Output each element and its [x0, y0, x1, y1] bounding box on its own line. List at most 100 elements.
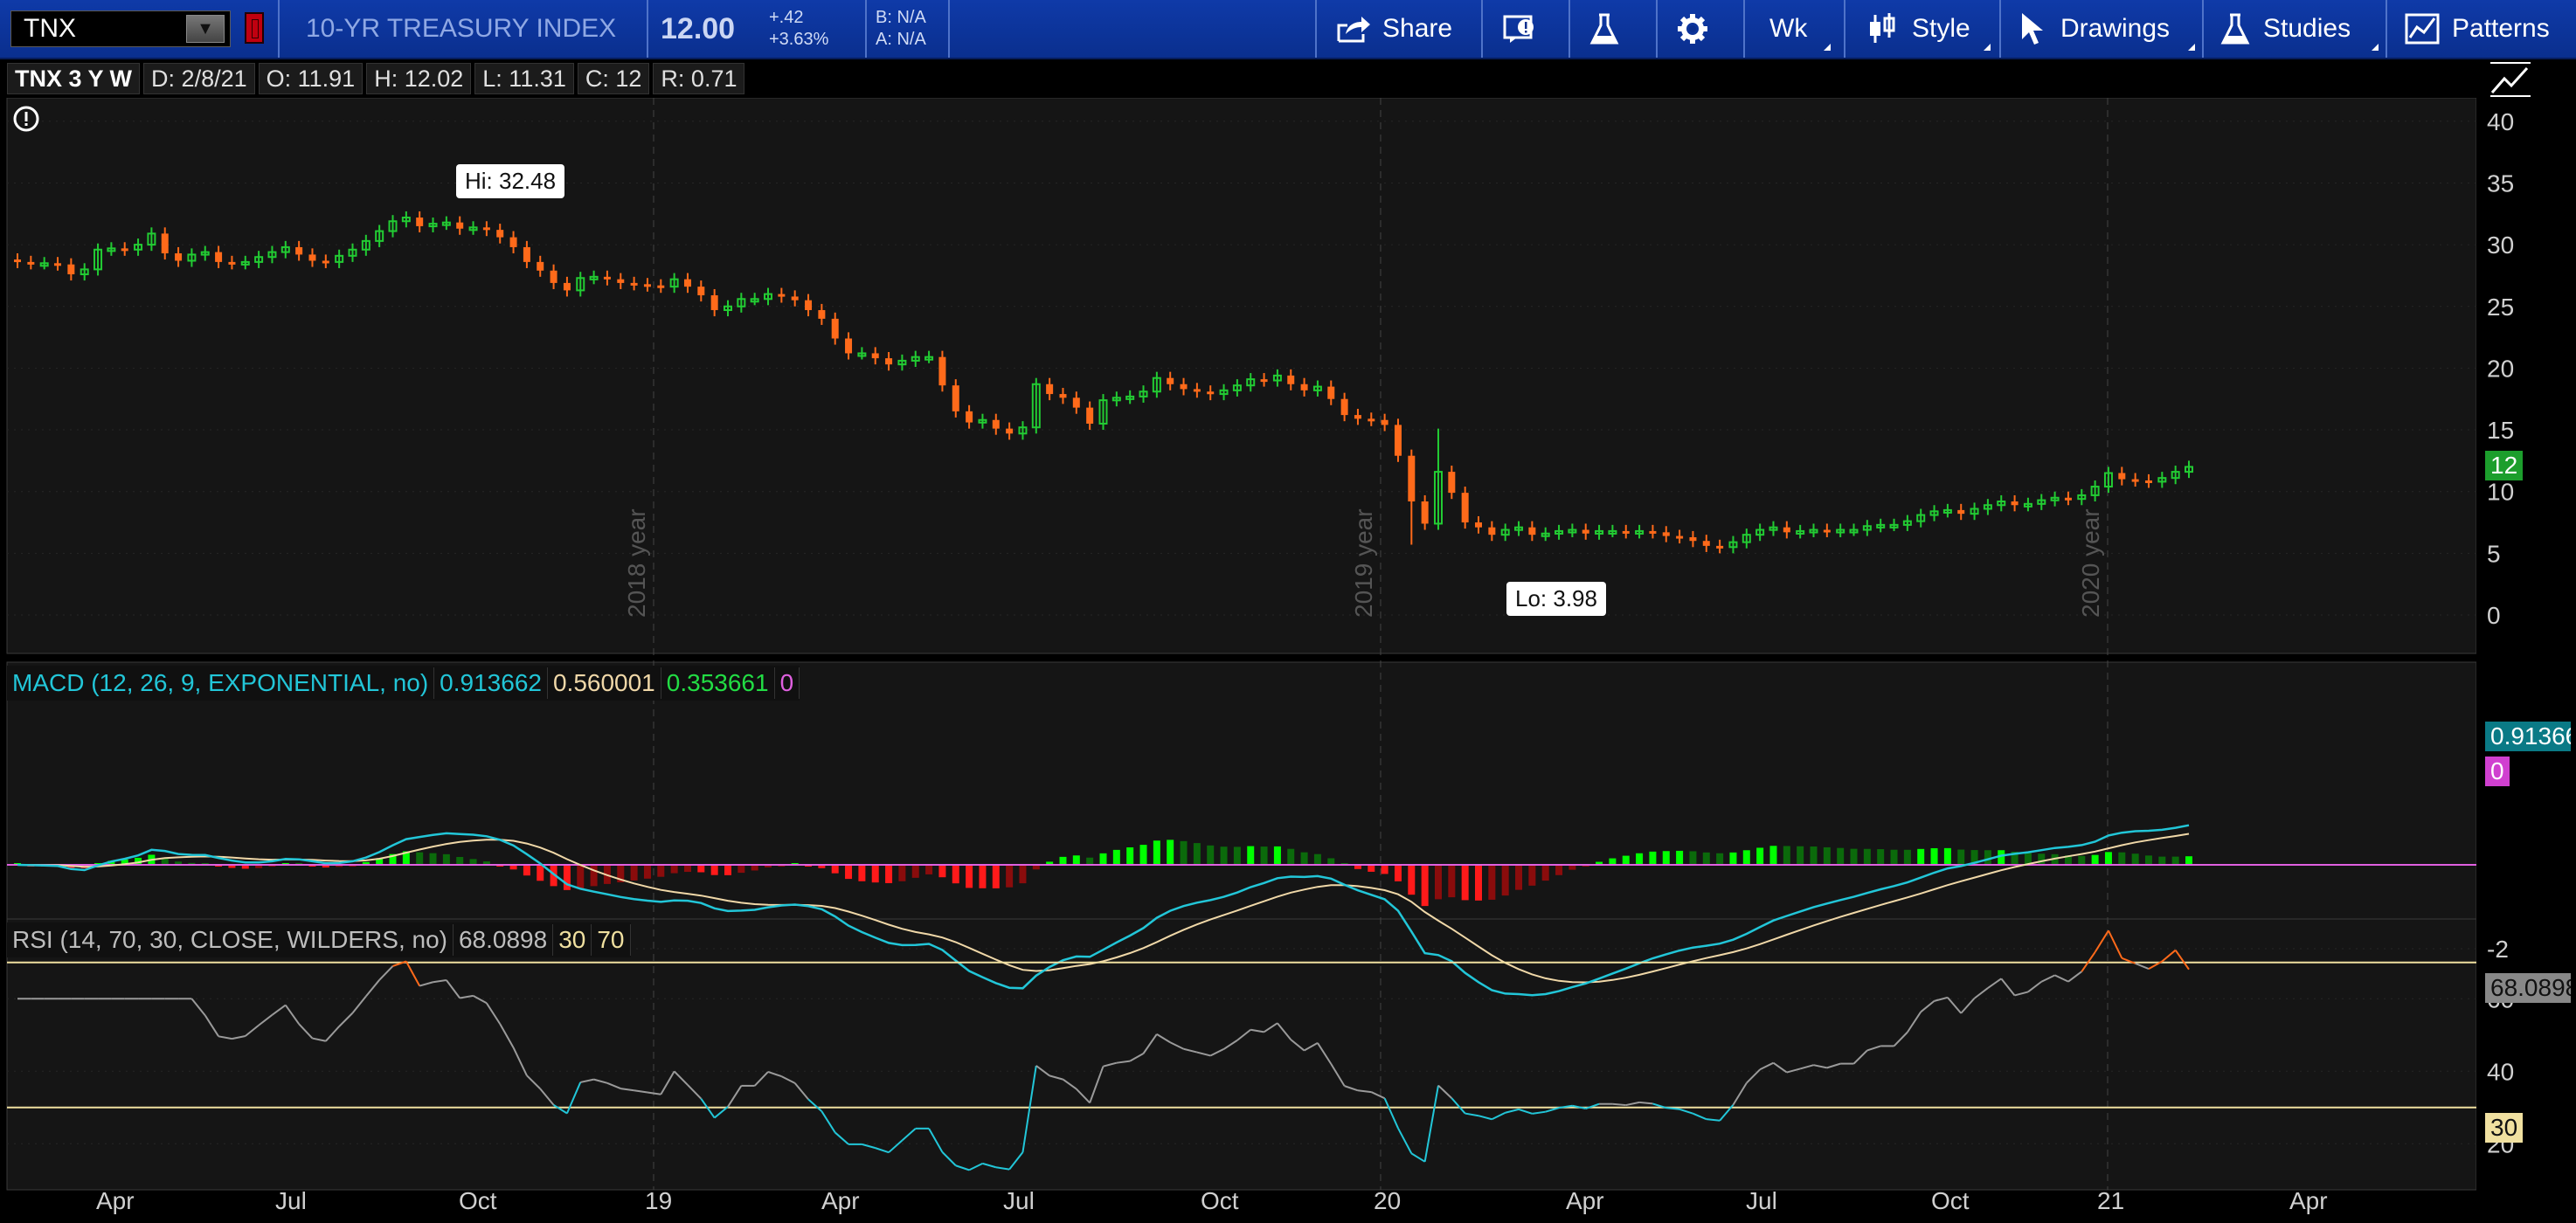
macd-histogram-bar: [1729, 852, 1737, 865]
candle-down: [67, 264, 75, 275]
candle-down: [1676, 535, 1684, 539]
macd-histogram-bar: [1313, 853, 1321, 865]
dropdown-corner-icon: [1824, 44, 1831, 51]
macd-histogram-bar: [1207, 845, 1215, 865]
candle-down: [992, 419, 1000, 429]
candle-down: [1408, 455, 1416, 502]
macd-histogram-bar: [1609, 858, 1617, 865]
candle-down: [1354, 415, 1361, 419]
candle-down: [1300, 383, 1308, 390]
macd-histogram-bar: [2104, 852, 2112, 865]
macd-histogram-bar: [1126, 846, 1134, 865]
macd-histogram-bar: [1783, 846, 1790, 865]
macd-histogram-bar: [737, 865, 745, 874]
link-icon[interactable]: [245, 12, 264, 44]
macd-value: 0.913662: [434, 667, 548, 699]
candle-down: [1702, 541, 1710, 546]
macd-histogram-bar: [2144, 855, 2152, 865]
macd-histogram-bar: [1742, 850, 1750, 865]
x-tick-label: Jul: [1746, 1187, 1777, 1214]
x-tick-label: Oct: [1201, 1187, 1239, 1214]
price-tick-label: 10: [2487, 479, 2514, 506]
x-tick-label: Apr: [2289, 1187, 2328, 1214]
rsi-oversold: 30: [553, 924, 592, 956]
macd-histogram-bar: [1381, 865, 1388, 874]
chart-header: TNX 3 Y W D: 2/8/21 O: 11.91 H: 12.02 L:…: [0, 59, 2476, 98]
rsi-title[interactable]: RSI (14, 70, 30, CLOSE, WILDERS, no): [7, 924, 454, 956]
macd-histogram-bar: [1541, 865, 1549, 881]
patterns-icon: [2405, 13, 2440, 45]
candle-down: [496, 230, 504, 238]
info-icon[interactable]: [12, 105, 40, 133]
candle-down: [1368, 418, 1375, 422]
candle-down: [1488, 527, 1496, 535]
candle-down: [657, 285, 665, 288]
x-tick-label: Apr: [96, 1187, 135, 1214]
macd-histogram-bar: [1890, 849, 1898, 865]
candle-down: [1059, 394, 1067, 398]
last-price: 12.00: [661, 12, 736, 45]
macd-tick-label: -2: [2487, 936, 2509, 963]
candle-down: [1622, 530, 1630, 534]
macd-histogram-bar: [1636, 853, 1644, 865]
price-tick-label: 0: [2487, 602, 2501, 629]
chart-area[interactable]: 40 35 30 25 20 15 10 5 0 2018 year 2019 year 2020 y…: [0, 98, 2576, 1223]
macd-histogram-bar: [898, 865, 906, 881]
drawings-button[interactable]: Drawings: [2019, 0, 2195, 58]
macd-histogram-bar: [1167, 840, 1174, 865]
candle-down: [2131, 479, 2139, 482]
symbol-dropdown-icon[interactable]: ▼: [186, 15, 225, 43]
cursor-icon: [2022, 13, 2043, 45]
candle-down: [1287, 375, 1295, 384]
candle-down: [509, 237, 517, 247]
price-tick-label: 30: [2487, 231, 2514, 259]
candle-down: [1528, 527, 1536, 535]
bar-open: O: 11.91: [258, 63, 364, 94]
ask: A: N/A: [876, 30, 926, 49]
symbol-text[interactable]: TNX: [11, 14, 186, 44]
macd-legend: MACD (12, 26, 9, EXPONENTIAL, no) 0.9136…: [7, 666, 800, 701]
patterns-button[interactable]: Patterns: [2405, 0, 2550, 58]
rsi-tick-label: 40: [2487, 1058, 2514, 1085]
dropdown-corner-icon: [1984, 44, 1991, 51]
candle-down: [228, 261, 236, 265]
macd-histogram-bar: [1797, 846, 1804, 865]
candle-down: [966, 411, 973, 423]
timeframe-button[interactable]: Wk: [1769, 0, 1831, 58]
macd-histogram-bar: [2118, 852, 2126, 865]
candle-down: [523, 246, 530, 262]
candle-down: [2011, 501, 2019, 506]
candle-down: [215, 252, 223, 262]
year-label: 2020 year: [2077, 508, 2104, 618]
candle-down: [295, 246, 303, 255]
low-callout: Lo: 3.98: [1506, 582, 1606, 616]
candle-down: [322, 260, 329, 264]
x-tick-label: Apr: [821, 1187, 860, 1214]
share-button[interactable]: Share: [1335, 0, 1452, 58]
symbol-selector[interactable]: TNX ▼: [10, 10, 231, 47]
candle-down: [1783, 527, 1790, 533]
expand-icon[interactable]: [2489, 61, 2532, 98]
rsi-value: 68.0898: [454, 924, 554, 956]
studies-button[interactable]: Studies: [2219, 0, 2379, 58]
candle-down: [845, 338, 853, 354]
candle-down: [563, 282, 571, 291]
flask-button[interactable]: [1589, 0, 1620, 58]
macd-histogram-bar: [1649, 851, 1657, 865]
candle-down: [550, 270, 557, 283]
candle-down: [175, 252, 183, 261]
settings-button[interactable]: [1676, 0, 1709, 58]
candle-down: [1072, 397, 1080, 408]
macd-zero-tag: 0: [2485, 757, 2510, 786]
net-change: +.42: [769, 8, 804, 27]
price-pane[interactable]: [6, 98, 2477, 654]
candle-down: [14, 259, 21, 263]
macd-histogram-bar: [831, 865, 839, 874]
alerts-button[interactable]: [1501, 0, 1540, 58]
style-button[interactable]: Style: [1865, 0, 1991, 58]
gear-icon: [1678, 14, 1707, 44]
candle-down: [617, 279, 625, 283]
macd-histogram-bar: [2038, 853, 2046, 865]
rsi-pane[interactable]: [6, 918, 2477, 1191]
macd-title[interactable]: MACD (12, 26, 9, EXPONENTIAL, no): [7, 667, 435, 699]
